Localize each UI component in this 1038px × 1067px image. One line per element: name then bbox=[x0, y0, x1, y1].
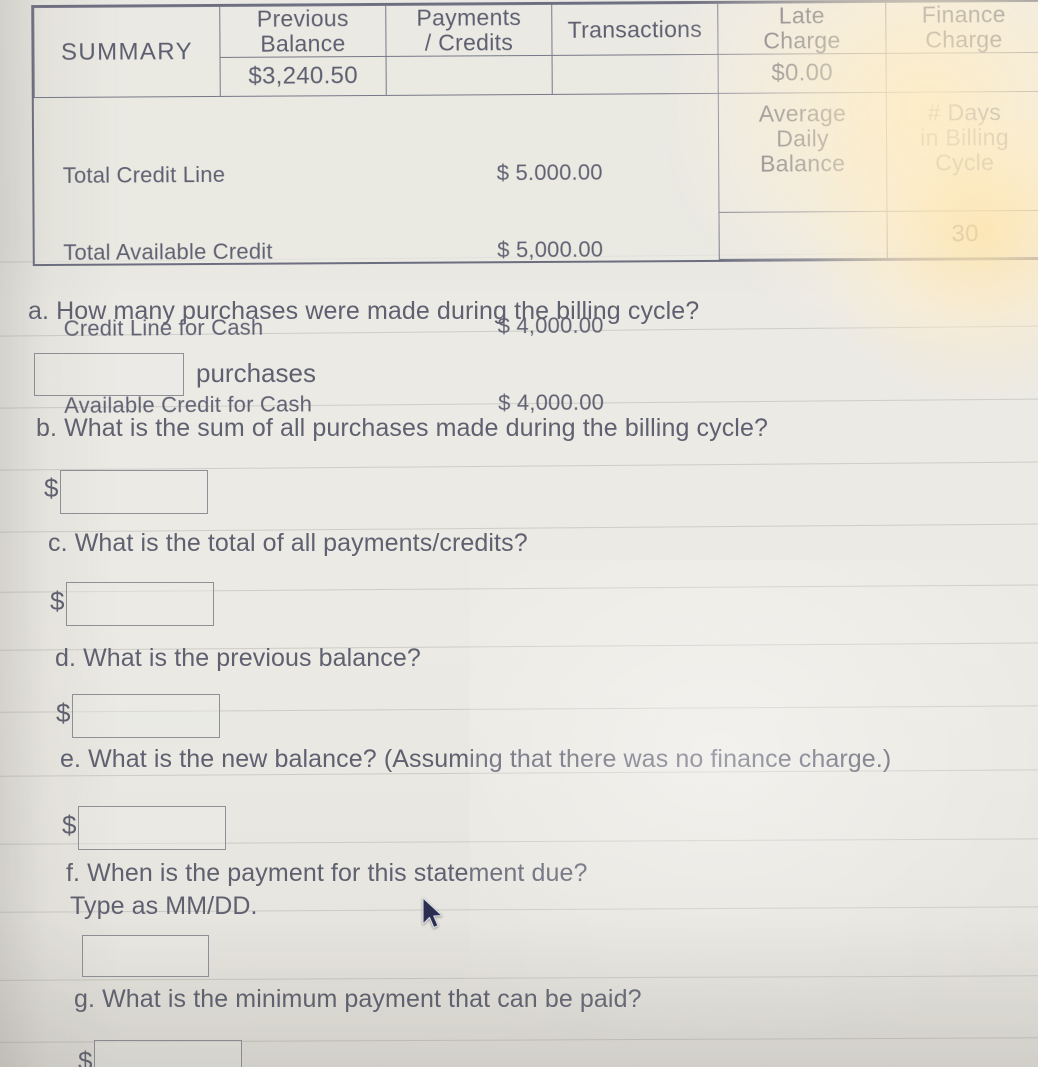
question-g-text: g. What is the minimum payment that can … bbox=[74, 985, 642, 1013]
header-line-2: Balance bbox=[260, 30, 346, 57]
answer-g-currency-symbol: $ bbox=[78, 1046, 93, 1067]
worksheet-screenshot: SUMMARY Previous Balance Payments / Cred… bbox=[0, 0, 1038, 1067]
question-f-format-hint: Type as MM/DD. bbox=[70, 892, 258, 920]
credit-amount: $ 5.000.00 bbox=[496, 159, 603, 186]
value-payments-credits bbox=[386, 55, 553, 96]
header-days-in-billing-cycle: # Days in Billing Cycle bbox=[886, 91, 1038, 211]
answer-d-currency-symbol: $ bbox=[56, 698, 71, 728]
answer-input-c[interactable] bbox=[66, 582, 214, 626]
question-b-text: b. What is the sum of all purchases made… bbox=[36, 414, 768, 442]
header-average-daily-balance: Average Daily Balance bbox=[718, 92, 887, 212]
credit-lines-cell: Total Credit Line Total Available Credit… bbox=[34, 93, 719, 417]
credit-label: Total Credit Line bbox=[62, 161, 226, 188]
header-line-1: Previous bbox=[256, 5, 349, 32]
header-line-1: Average bbox=[758, 100, 847, 127]
header-finance-charge: Finance Charge bbox=[885, 1, 1038, 54]
value-transactions bbox=[552, 54, 719, 95]
value-previous-balance: $3,240.50 bbox=[220, 56, 387, 97]
header-line-2: Charge bbox=[925, 26, 1003, 53]
credit-amount: $ 4,000.00 bbox=[498, 389, 605, 415]
header-payments-credits: Payments / Credits bbox=[385, 4, 553, 57]
statement-summary-table: SUMMARY Previous Balance Payments / Cred… bbox=[31, 0, 1038, 417]
table-header-row: SUMMARY Previous Balance Payments / Cred… bbox=[33, 1, 1038, 98]
header-line-2: Daily bbox=[776, 125, 829, 152]
header-transactions: Transactions bbox=[551, 3, 719, 56]
answer-c-currency-symbol: $ bbox=[50, 586, 65, 616]
header-line-1: Late bbox=[778, 2, 825, 29]
answer-input-a[interactable] bbox=[34, 353, 184, 396]
header-line-3: Balance bbox=[760, 150, 846, 177]
question-c-text: c. What is the total of all payments/cre… bbox=[48, 529, 528, 557]
header-line-1: # Days bbox=[927, 99, 1002, 126]
answer-a-unit-label: purchases bbox=[196, 358, 316, 388]
value-days-in-billing-cycle: 30 bbox=[886, 209, 1038, 258]
credit-amount: $ 5,000.00 bbox=[497, 236, 604, 262]
answer-input-f[interactable] bbox=[82, 935, 209, 977]
header-line-2: Charge bbox=[763, 27, 841, 54]
answer-input-e[interactable] bbox=[78, 806, 226, 850]
header-line-2: in Billing bbox=[920, 124, 1009, 151]
header-late-charge: Late Charge bbox=[717, 2, 887, 55]
value-finance-charge bbox=[886, 52, 1038, 93]
credit-label: Total Available Credit bbox=[63, 238, 273, 265]
header-line-3: Cycle bbox=[935, 149, 995, 176]
summary-label: SUMMARY bbox=[33, 6, 221, 98]
answer-input-b[interactable] bbox=[60, 470, 208, 514]
header-line-1: Transactions bbox=[567, 15, 703, 43]
table-credit-row: Total Credit Line Total Available Credit… bbox=[34, 91, 1038, 417]
answer-input-d[interactable] bbox=[72, 694, 220, 738]
value-late-charge: $0.00 bbox=[718, 53, 887, 94]
answer-e-currency-symbol: $ bbox=[62, 810, 77, 840]
header-line-2: / Credits bbox=[424, 29, 514, 56]
value-average-daily-balance bbox=[718, 210, 888, 259]
question-d-text: d. What is the previous balance? bbox=[55, 644, 421, 672]
question-a-text: a. How many purchases were made during t… bbox=[28, 297, 700, 325]
header-previous-balance: Previous Balance bbox=[219, 5, 387, 58]
answer-b-currency-symbol: $ bbox=[44, 473, 59, 503]
answer-input-g[interactable] bbox=[94, 1040, 242, 1067]
question-f-text: f. When is the payment for this statemen… bbox=[66, 859, 588, 887]
header-line-1: Finance bbox=[921, 1, 1006, 28]
header-line-1: Payments bbox=[416, 4, 522, 31]
question-e-text: e. What is the new balance? (Assuming th… bbox=[60, 745, 892, 773]
